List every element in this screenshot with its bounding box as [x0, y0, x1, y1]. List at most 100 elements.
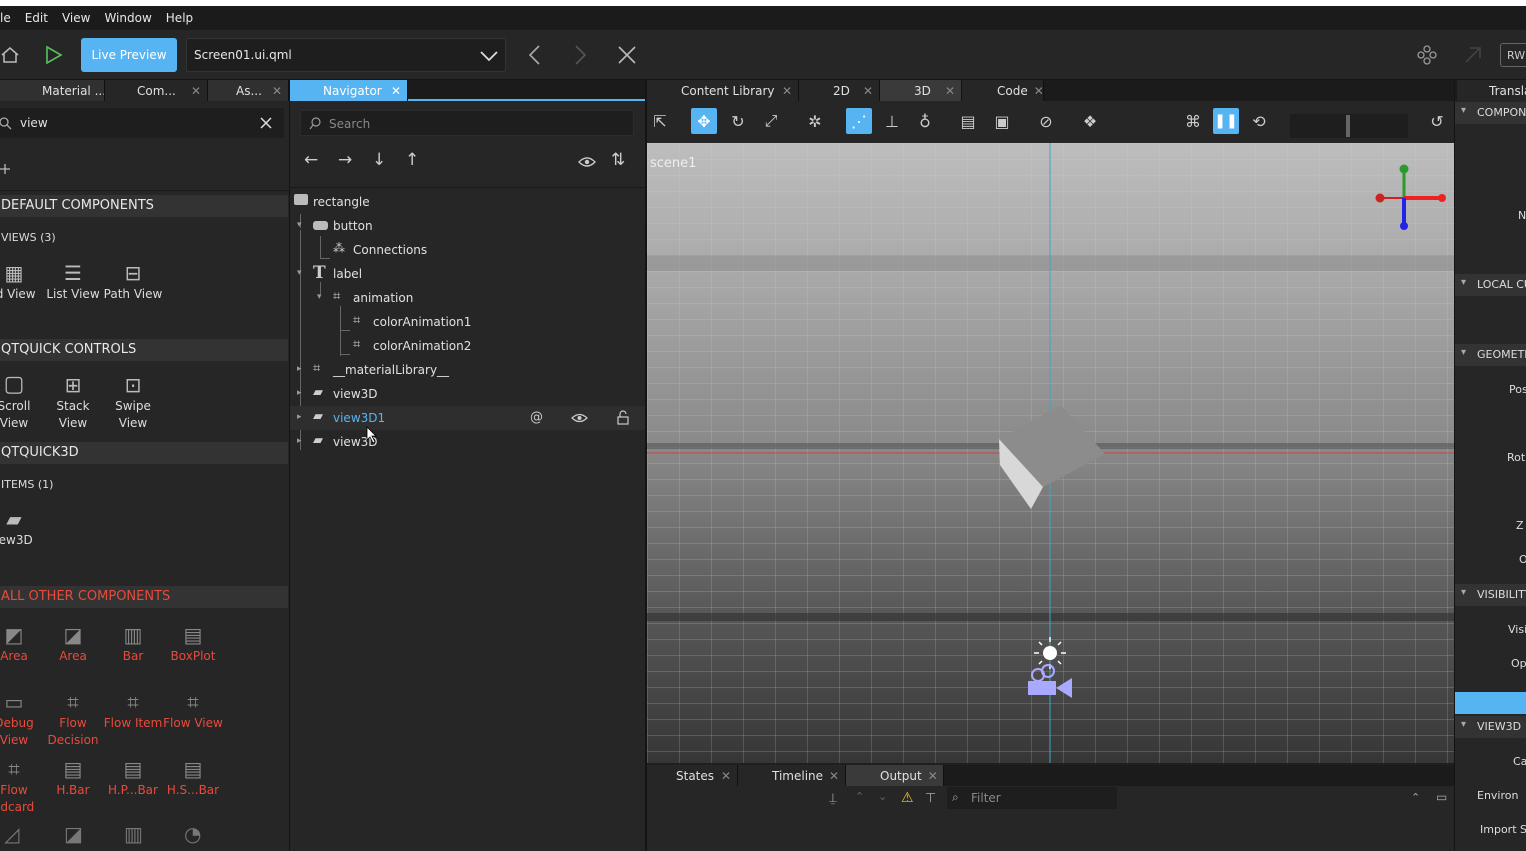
close-icon[interactable]: ✕ [721, 769, 731, 783]
add-icon[interactable] [0, 162, 12, 176]
geometry-section-header[interactable]: GEOMETI [1455, 344, 1526, 366]
particles-icon[interactable]: ❖ [1077, 108, 1103, 134]
tab-components[interactable]: Com... ✕ [105, 80, 208, 101]
tab-timeline[interactable]: Timeline ✕ [738, 765, 846, 786]
local-orientation-icon[interactable]: ⋰ [846, 108, 872, 134]
share-icon[interactable] [1462, 44, 1484, 66]
navigator-node-view3d[interactable]: ▸ ▰ view3D [290, 382, 645, 406]
navigator-node-coloranimation1[interactable]: ⌗ colorAnimation1 [290, 310, 645, 334]
move-left-icon[interactable]: ← [304, 150, 318, 170]
hbar-component[interactable]: ▤ H.Bar [43, 756, 103, 799]
flow-item-component[interactable]: ⌗ Flow Item [103, 689, 163, 732]
move-tool-icon[interactable]: ✥ [691, 108, 717, 134]
grid-view-component[interactable]: ▦ id View [0, 260, 44, 302]
qtquick3d-header[interactable]: QTQUICK3D [0, 442, 288, 464]
camera-view-icon[interactable]: ▤ [955, 108, 981, 134]
refresh-icon[interactable]: ↺ [1424, 108, 1450, 134]
bar-component[interactable]: ▥ Bar [103, 622, 163, 664]
component-search[interactable]: view [0, 108, 284, 138]
view3d-component[interactable]: ▰ iew3D [0, 506, 44, 548]
close-icon[interactable]: ✕ [829, 769, 839, 783]
hpbar-component[interactable]: ▤ H.P...Bar [103, 756, 163, 799]
run-icon[interactable] [42, 44, 64, 66]
tab-code[interactable]: Code ✕ [962, 80, 1044, 101]
area-component-2[interactable]: ◪ Area [43, 622, 103, 664]
restart-animation-icon[interactable]: ⟲ [1246, 108, 1272, 134]
navigator-search[interactable]: Search [300, 110, 634, 136]
move-up-icon[interactable]: ↑ [405, 150, 419, 170]
expand-arrow-icon[interactable]: ▸ [297, 364, 302, 374]
expand-arrow-icon[interactable]: ▸ [297, 388, 302, 398]
collapse-panel-icon[interactable]: ⌃ [1411, 791, 1420, 804]
user-avatar[interactable]: RW [1500, 43, 1526, 67]
navigator-node-connections[interactable]: ⁂ Connections [290, 238, 645, 262]
navigator-node-button[interactable]: ▾ button [290, 214, 645, 238]
navigator-node-view3d2[interactable]: ▸ ▰ view3D [290, 430, 645, 454]
divider[interactable] [289, 80, 290, 851]
visibility-section-header[interactable]: VISIBILITY [1455, 584, 1526, 606]
divider[interactable] [645, 80, 647, 851]
tab-2d[interactable]: 2D ✕ [799, 80, 880, 101]
collapse-arrow-icon[interactable]: ▾ [297, 220, 302, 230]
hsbar-component[interactable]: ▤ H.S...Bar [163, 756, 223, 799]
chart-icon[interactable]: ▥ [124, 822, 143, 846]
collapse-arrow-icon[interactable]: ▾ [317, 292, 322, 302]
flow-wildcard-component[interactable]: ⌗ Flow ildcard [0, 756, 44, 816]
eye-icon[interactable] [578, 155, 596, 169]
expand-arrow-icon[interactable]: ▸ [297, 412, 302, 422]
visibility-toggle-icon[interactable]: ⊘ [1033, 108, 1059, 134]
close-icon[interactable]: ✕ [863, 84, 873, 98]
axis-icon[interactable]: ⊥ [879, 108, 905, 134]
zoom-slider[interactable] [1290, 114, 1408, 138]
scroll-view-component[interactable]: ▢ Scroll View [0, 372, 44, 432]
qtquick-controls-header[interactable]: QTQUICK CONTROLS [0, 339, 288, 361]
3d-viewport[interactable]: scene1 [647, 143, 1454, 763]
boxplot-component[interactable]: ▤ BoxPlot [163, 622, 223, 664]
component-section-header[interactable]: COMPON [1455, 102, 1526, 124]
navigator-node-materiallibrary[interactable]: ▸ ⌗ __materialLibrary__ [290, 358, 645, 382]
live-preview-button[interactable]: Live Preview [81, 38, 177, 72]
filter-icon[interactable]: ⊤ [925, 791, 936, 806]
home-icon[interactable] [0, 45, 20, 65]
tab-material[interactable]: Material ...✕ [0, 80, 105, 101]
tab-translation[interactable]: Transla [1457, 80, 1526, 101]
navigator-node-label[interactable]: ▾ T label [290, 262, 645, 286]
clear-output-icon[interactable]: ⍊ [829, 791, 837, 806]
back-icon[interactable] [527, 44, 543, 66]
clear-search-icon[interactable] [259, 116, 273, 130]
eye-icon[interactable] [571, 412, 588, 424]
previous-icon[interactable]: ⌃ [855, 790, 864, 803]
local-custom-section-header[interactable]: LOCAL CU [1455, 274, 1526, 296]
tab-3d[interactable]: 3D ✕ [880, 80, 962, 101]
expand-arrow-icon[interactable]: ▸ [297, 436, 302, 446]
tab-assets[interactable]: As... ✕ [208, 80, 289, 101]
path-view-component[interactable]: ⊟ Path View [103, 260, 163, 302]
items-subheader[interactable]: ITEMS (1) [1, 478, 53, 491]
all-other-components-header[interactable]: ALL OTHER COMPONENTS [0, 586, 288, 608]
line-chart-icon[interactable]: ◿ [4, 822, 19, 846]
collapse-arrow-icon[interactable]: ▾ [297, 268, 302, 278]
swipe-view-component[interactable]: ⊡ Swipe View [103, 372, 163, 432]
tab-states[interactable]: States ✕ [647, 765, 738, 786]
opacity-slider[interactable] [1455, 692, 1526, 714]
close-icon[interactable]: ✕ [272, 84, 282, 98]
warning-icon[interactable]: ⚠ [901, 790, 914, 806]
scale-tool-icon[interactable]: ⤢ [758, 108, 784, 134]
workspace-icon[interactable] [1416, 44, 1438, 66]
output-filter-input[interactable]: Filter [971, 791, 1001, 805]
lock-icon[interactable] [617, 410, 629, 425]
debug-view-component[interactable]: ▭ Debug View [0, 689, 44, 749]
menu-help[interactable]: Help [159, 11, 200, 25]
flow-view-component[interactable]: ⌗ Flow View [163, 689, 223, 732]
navigator-node-view3d1[interactable]: ▸ ▰ view3D1 @ [290, 406, 645, 430]
forward-icon[interactable] [572, 44, 588, 66]
close-document-icon[interactable] [616, 44, 638, 66]
divider[interactable] [1454, 80, 1455, 851]
tab-content-library[interactable]: Content Library ✕ [647, 80, 799, 101]
menu-edit[interactable]: Edit [18, 11, 55, 25]
area-component-1[interactable]: ◩ Area [0, 622, 44, 664]
menu-view[interactable]: View [55, 11, 97, 25]
navigator-node-animation[interactable]: ▾ ⌗ animation [290, 286, 645, 310]
alias-export-icon[interactable]: @ [530, 410, 543, 425]
file-selector[interactable]: Screen01.ui.qml [186, 38, 506, 72]
